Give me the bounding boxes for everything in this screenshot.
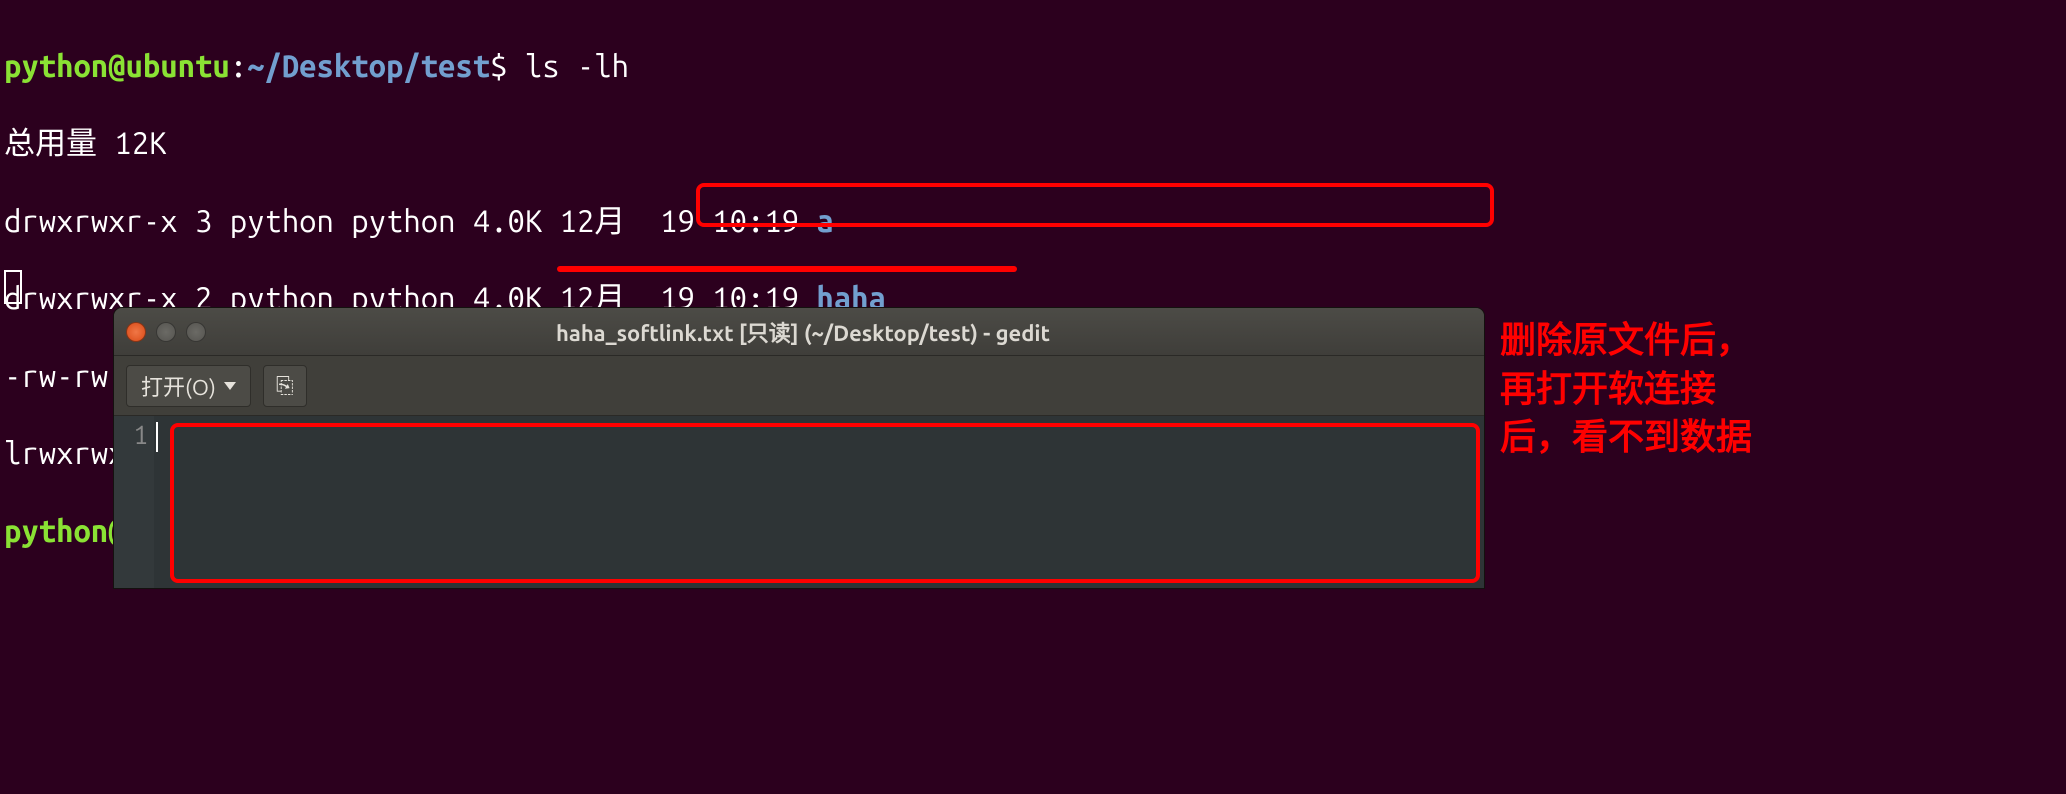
terminal-cursor [4,270,22,304]
annotation-text: 删除原文件后，再打开软连接后，看不到数据 [1500,316,1760,462]
prompt-line-1: python@ubuntu:~/Desktop/test$ ls -lh [4,47,2062,86]
editor-cursor [156,422,158,452]
window-close-button[interactable] [126,322,146,342]
line-number-gutter: 1 [114,416,154,588]
line-number: 1 [114,420,148,449]
gedit-window-title: haha_softlink.txt [只读] (~/Desktop/test) … [216,316,1390,348]
open-button[interactable]: 打开(O) [126,365,251,407]
gedit-titlebar[interactable]: haha_softlink.txt [只读] (~/Desktop/test) … [114,308,1484,356]
chevron-down-icon [224,382,236,390]
gedit-toolbar: 打开(O) ⎘ [114,356,1484,416]
annotation-box-empty-editor [170,423,1480,583]
annotation-box-softlink [696,183,1494,227]
command-ls: ls -lh [507,48,629,83]
window-minimize-button[interactable] [156,322,176,342]
new-tab-button[interactable]: ⎘ [263,365,307,407]
prompt-path: ~/Desktop/test [247,48,490,83]
window-maximize-button[interactable] [186,322,206,342]
open-button-label: 打开(O) [141,370,216,402]
prompt-user: python@ubuntu [4,48,230,83]
total-line: 总用量 12K [4,124,2062,163]
new-tab-icon: ⎘ [276,373,294,399]
annotation-underline-command [557,266,1017,272]
